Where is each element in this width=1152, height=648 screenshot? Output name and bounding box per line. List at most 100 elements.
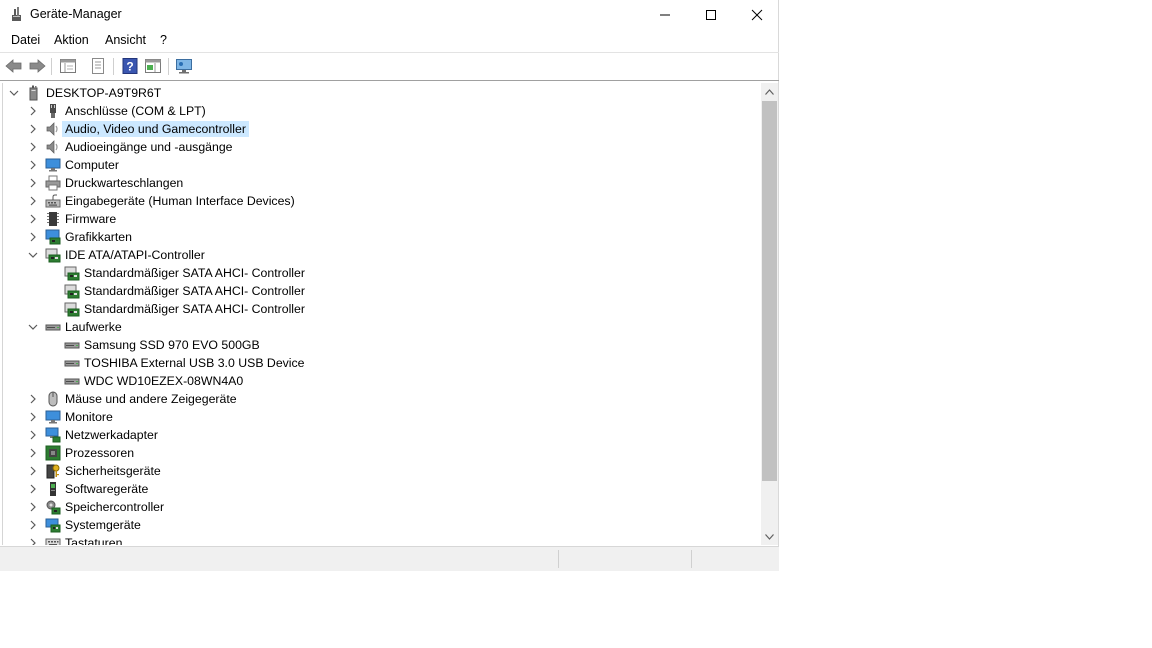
tree-node-firmware[interactable]: Firmware (3, 210, 761, 228)
tree-node-label: Tastaturen (65, 536, 123, 545)
chevron-right-icon[interactable] (27, 537, 39, 545)
keyboard-icon (45, 535, 61, 545)
controller-icon (64, 283, 80, 299)
chevron-right-icon[interactable] (27, 483, 39, 495)
chevron-right-icon[interactable] (27, 177, 39, 189)
chevron-right-icon[interactable] (27, 123, 39, 135)
show-hide-console-tree-icon (60, 59, 76, 73)
tree-node-prozessoren[interactable]: Prozessoren (3, 444, 761, 462)
tree-node-device[interactable]: TOSHIBA External USB 3.0 USB Device (3, 354, 761, 372)
tree-node-anschlüsse-com-lpt[interactable]: Anschlüsse (COM & LPT) (3, 102, 761, 120)
tree-node-label: Druckwarteschlangen (65, 176, 184, 190)
toolbar: ? (0, 53, 779, 81)
chevron-right-icon[interactable] (27, 519, 39, 531)
tree-node-label: DESKTOP-A9T9R6T (46, 86, 162, 100)
tree-node-audioeingänge-und-ausgänge[interactable]: Audioeingänge und -ausgänge (3, 138, 761, 156)
scroll-down-button[interactable] (761, 528, 778, 545)
scrollbar-thumb[interactable] (762, 101, 777, 481)
tree-node-sicherheitsgeräte[interactable]: Sicherheitsgeräte (3, 462, 761, 480)
device-manager-window: Geräte-Manager Datei Aktion Ansicht ? ? … (0, 0, 779, 571)
tree-node-device[interactable]: Samsung SSD 970 EVO 500GB (3, 336, 761, 354)
chevron-right-icon[interactable] (27, 195, 39, 207)
tree-node-device[interactable]: WDC WD10EZEX-08WN4A0 (3, 372, 761, 390)
tree-node-tastaturen[interactable]: Tastaturen (3, 534, 761, 545)
tree-node-systemgeräte[interactable]: Systemgeräte (3, 516, 761, 534)
toolbar-separator (51, 58, 52, 75)
tree-node-druckwarteschlangen[interactable]: Druckwarteschlangen (3, 174, 761, 192)
chevron-right-icon[interactable] (27, 447, 39, 459)
tree-node-label: Firmware (65, 212, 117, 226)
forward-button[interactable] (27, 57, 47, 75)
chevron-down-icon[interactable] (27, 321, 39, 333)
tree-node-audio-video-und-gamecontroller[interactable]: Audio, Video und Gamecontroller (3, 120, 761, 138)
scan-hardware-button[interactable] (174, 57, 194, 75)
disk-drive-icon (64, 337, 80, 353)
chevron-right-icon[interactable] (27, 465, 39, 477)
tree-node-speichercontroller[interactable]: Speichercontroller (3, 498, 761, 516)
status-divider (558, 550, 559, 568)
tree-node-label: Systemgeräte (65, 518, 141, 532)
chevron-down-icon[interactable] (27, 249, 39, 261)
menu-ansicht[interactable]: Ansicht (105, 33, 146, 47)
tree-node-ide-ata-atapi-controller[interactable]: IDE ATA/ATAPI-Controller (3, 246, 761, 264)
help-button[interactable]: ? (120, 57, 140, 75)
maximize-button[interactable] (688, 0, 734, 30)
menu-help[interactable]: ? (160, 33, 167, 47)
tree-node-monitore[interactable]: Monitore (3, 408, 761, 426)
close-icon (751, 9, 763, 21)
chevron-right-icon[interactable] (27, 105, 39, 117)
tree-node-label: Mäuse und andere Zeigegeräte (65, 392, 237, 406)
menu-aktion[interactable]: Aktion (54, 33, 89, 47)
tree-node-device[interactable]: Standardmäßiger SATA AHCI- Controller (3, 264, 761, 282)
title-bar[interactable]: Geräte-Manager (0, 0, 779, 30)
tree-node-device[interactable]: Standardmäßiger SATA AHCI- Controller (3, 282, 761, 300)
mouse-icon (45, 391, 61, 407)
chevron-down-icon[interactable] (8, 87, 20, 99)
properties-button[interactable] (88, 57, 108, 75)
tree-node-label: Grafikkarten (65, 230, 132, 244)
scroll-up-button[interactable] (761, 83, 778, 100)
tree-node-netzwerkadapter[interactable]: Netzwerkadapter (3, 426, 761, 444)
controller-icon (45, 247, 61, 263)
device-tree[interactable]: DESKTOP-A9T9R6T Anschlüsse (COM & LPT) Aud… (2, 83, 761, 545)
controller-icon (64, 301, 80, 317)
chevron-right-icon[interactable] (27, 213, 39, 225)
status-bar (0, 546, 779, 571)
display-adapter-icon (45, 229, 61, 245)
chevron-right-icon[interactable] (27, 231, 39, 243)
disk-drive-icon (64, 355, 80, 371)
chevron-right-icon[interactable] (27, 501, 39, 513)
tree-node-label: Computer (65, 158, 119, 172)
tree-node-label: WDC WD10EZEX-08WN4A0 (84, 374, 244, 388)
vertical-scrollbar[interactable] (761, 83, 778, 545)
chevron-up-icon (765, 88, 774, 95)
tree-node-computer[interactable]: Computer (3, 156, 761, 174)
show-hide-console-tree-button[interactable] (58, 57, 78, 75)
chevron-right-icon[interactable] (27, 429, 39, 441)
back-arrow-icon (5, 59, 22, 73)
menu-datei[interactable]: Datei (11, 33, 40, 47)
chevron-right-icon[interactable] (27, 411, 39, 423)
tree-node-eingabegeräte-human-interface-devices[interactable]: Eingabegeräte (Human Interface Devices) (3, 192, 761, 210)
chevron-right-icon[interactable] (27, 393, 39, 405)
chevron-right-icon[interactable] (27, 141, 39, 153)
minimize-button[interactable] (642, 0, 688, 30)
back-button[interactable] (4, 57, 24, 75)
tree-node-softwaregeräte[interactable]: Softwaregeräte (3, 480, 761, 498)
port-icon (45, 103, 61, 119)
maximize-icon (706, 10, 716, 20)
tree-node-root[interactable]: DESKTOP-A9T9R6T (3, 84, 761, 102)
tree-node-laufwerke[interactable]: Laufwerke (3, 318, 761, 336)
processor-icon (45, 445, 61, 461)
scan-hardware-icon (176, 59, 192, 74)
chevron-right-icon[interactable] (27, 159, 39, 171)
security-key-icon (45, 463, 61, 479)
tree-node-grafikkarten[interactable]: Grafikkarten (3, 228, 761, 246)
action-pane-button[interactable] (143, 57, 163, 75)
help-icon: ? (122, 58, 138, 74)
tree-node-mäuse-und-andere-zeigegeräte[interactable]: Mäuse und andere Zeigegeräte (3, 390, 761, 408)
status-divider (691, 550, 692, 568)
hid-icon (45, 193, 61, 209)
tree-node-device[interactable]: Standardmäßiger SATA AHCI- Controller (3, 300, 761, 318)
close-button[interactable] (734, 0, 780, 30)
